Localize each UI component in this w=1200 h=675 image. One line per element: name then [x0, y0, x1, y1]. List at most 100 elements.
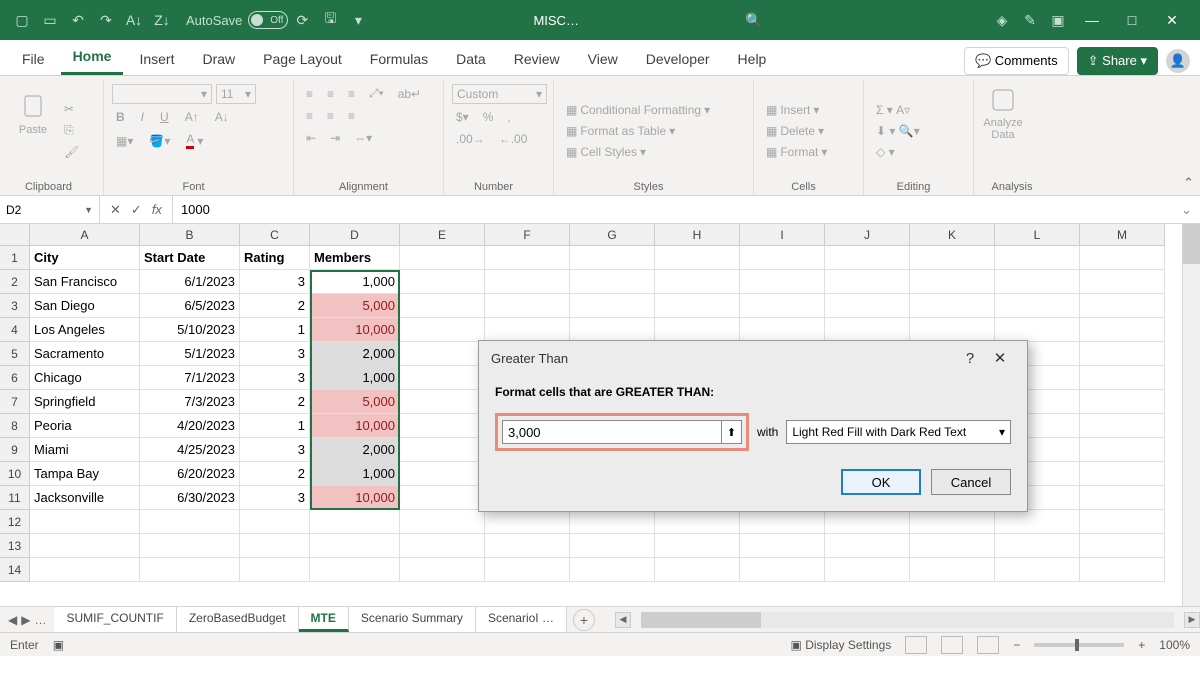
cell-F4[interactable]	[485, 318, 570, 342]
comma-icon[interactable]: ,	[503, 108, 514, 126]
increase-decimal-icon[interactable]: .00→	[452, 130, 489, 148]
cell-B13[interactable]	[140, 534, 240, 558]
tab-developer[interactable]: Developer	[634, 43, 722, 75]
align-bottom-icon[interactable]: ≡	[344, 84, 359, 103]
cell-D5[interactable]: 2,000	[310, 342, 400, 366]
cell-A14[interactable]	[30, 558, 140, 582]
cell-I13[interactable]	[740, 534, 825, 558]
tab-file[interactable]: File	[10, 43, 57, 75]
cell-K14[interactable]	[910, 558, 995, 582]
col-head-H[interactable]: H	[655, 224, 740, 246]
insert-cells-button[interactable]: ▦ Insert ▾	[762, 101, 831, 119]
zoom-out-icon[interactable]: −	[1013, 638, 1020, 652]
cell-E2[interactable]	[400, 270, 485, 294]
dialog-format-dropdown[interactable]: Light Red Fill with Dark Red Text▾	[786, 420, 1011, 444]
col-head-G[interactable]: G	[570, 224, 655, 246]
expand-formula-bar-icon[interactable]: ⌄	[1173, 202, 1200, 218]
cell-H3[interactable]	[655, 294, 740, 318]
cell-G13[interactable]	[570, 534, 655, 558]
cell-A7[interactable]: Springfield	[30, 390, 140, 414]
open-icon[interactable]: ▭	[36, 6, 64, 34]
cell-F13[interactable]	[485, 534, 570, 558]
cell-F12[interactable]	[485, 510, 570, 534]
cell-H4[interactable]	[655, 318, 740, 342]
cell-M13[interactable]	[1080, 534, 1165, 558]
col-head-D[interactable]: D	[310, 224, 400, 246]
cell-C13[interactable]	[240, 534, 310, 558]
format-cells-button[interactable]: ▦ Format ▾	[762, 143, 831, 161]
cell-B7[interactable]: 7/3/2023	[140, 390, 240, 414]
fill-button[interactable]: ⬇ ▾ 🔍▾	[872, 122, 924, 140]
cell-J1[interactable]	[825, 246, 910, 270]
row-head-3[interactable]: 3	[0, 294, 30, 318]
align-left-icon[interactable]: ≡	[302, 107, 317, 125]
zoom-slider[interactable]	[1034, 643, 1124, 647]
cell-L1[interactable]	[995, 246, 1080, 270]
cell-E9[interactable]	[400, 438, 485, 462]
align-center-icon[interactable]: ≡	[323, 107, 338, 125]
align-top-icon[interactable]: ≡	[302, 84, 317, 103]
cell-E10[interactable]	[400, 462, 485, 486]
cell-M9[interactable]	[1080, 438, 1165, 462]
col-head-F[interactable]: F	[485, 224, 570, 246]
cell-D6[interactable]: 1,000	[310, 366, 400, 390]
cell-A3[interactable]: San Diego	[30, 294, 140, 318]
sheet-tab-scenario-summary[interactable]: Scenario Summary	[349, 607, 476, 632]
italic-button[interactable]: I	[137, 108, 148, 126]
vertical-scrollbar[interactable]	[1182, 224, 1200, 606]
cell-G14[interactable]	[570, 558, 655, 582]
cell-C12[interactable]	[240, 510, 310, 534]
cell-M6[interactable]	[1080, 366, 1165, 390]
cell-A1[interactable]: City	[30, 246, 140, 270]
fill-color-button[interactable]: 🪣▾	[145, 130, 174, 151]
select-all-cell[interactable]	[0, 224, 30, 246]
cell-D3[interactable]: 5,000	[310, 294, 400, 318]
cell-H12[interactable]	[655, 510, 740, 534]
autosave-toggle[interactable]: AutoSave Off	[186, 11, 288, 29]
cell-C3[interactable]: 2	[240, 294, 310, 318]
cell-B6[interactable]: 7/1/2023	[140, 366, 240, 390]
cell-C8[interactable]: 1	[240, 414, 310, 438]
row-head-5[interactable]: 5	[0, 342, 30, 366]
increase-font-icon[interactable]: A↑	[181, 108, 203, 126]
cell-H13[interactable]	[655, 534, 740, 558]
analyze-data-button[interactable]: Analyze Data	[982, 84, 1024, 144]
copy-button[interactable]: ⎘	[60, 121, 83, 140]
undo-icon[interactable]: ↶	[64, 6, 92, 34]
border-button[interactable]: ▦▾	[112, 130, 137, 151]
cell-L2[interactable]	[995, 270, 1080, 294]
cancel-formula-icon[interactable]: ✕	[110, 202, 121, 218]
cell-M5[interactable]	[1080, 342, 1165, 366]
zoom-level[interactable]: 100%	[1159, 638, 1190, 652]
cell-B10[interactable]: 6/20/2023	[140, 462, 240, 486]
cell-M8[interactable]	[1080, 414, 1165, 438]
qat-dropdown-icon[interactable]: ▾	[344, 6, 372, 34]
cell-D7[interactable]: 5,000	[310, 390, 400, 414]
enter-formula-icon[interactable]: ✓	[131, 202, 142, 218]
cell-J14[interactable]	[825, 558, 910, 582]
cell-L12[interactable]	[995, 510, 1080, 534]
autosave-switch[interactable]: Off	[248, 11, 288, 29]
decrease-indent-icon[interactable]: ⇤	[302, 129, 320, 147]
tab-view[interactable]: View	[576, 43, 630, 75]
row-head-2[interactable]: 2	[0, 270, 30, 294]
col-head-C[interactable]: C	[240, 224, 310, 246]
col-head-B[interactable]: B	[140, 224, 240, 246]
sheet-nav-ellipsis[interactable]: …	[34, 613, 46, 627]
macro-record-icon[interactable]: ▣	[53, 638, 64, 652]
font-color-button[interactable]: A▾	[182, 130, 207, 151]
cell-E12[interactable]	[400, 510, 485, 534]
cell-L14[interactable]	[995, 558, 1080, 582]
add-sheet-button[interactable]: +	[573, 609, 595, 631]
cell-A6[interactable]: Chicago	[30, 366, 140, 390]
cell-C4[interactable]: 1	[240, 318, 310, 342]
sheet-tab-scenarioi--[interactable]: ScenarioI …	[476, 607, 567, 632]
cell-F2[interactable]	[485, 270, 570, 294]
autosum-button[interactable]: Σ ▾ A▿	[872, 101, 924, 119]
wrap-text-icon[interactable]: ab↵	[394, 84, 425, 103]
delete-cells-button[interactable]: ▦ Delete ▾	[762, 122, 831, 140]
cell-D13[interactable]	[310, 534, 400, 558]
clear-button[interactable]: ◇ ▾	[872, 143, 924, 161]
cell-C5[interactable]: 3	[240, 342, 310, 366]
cell-E6[interactable]	[400, 366, 485, 390]
